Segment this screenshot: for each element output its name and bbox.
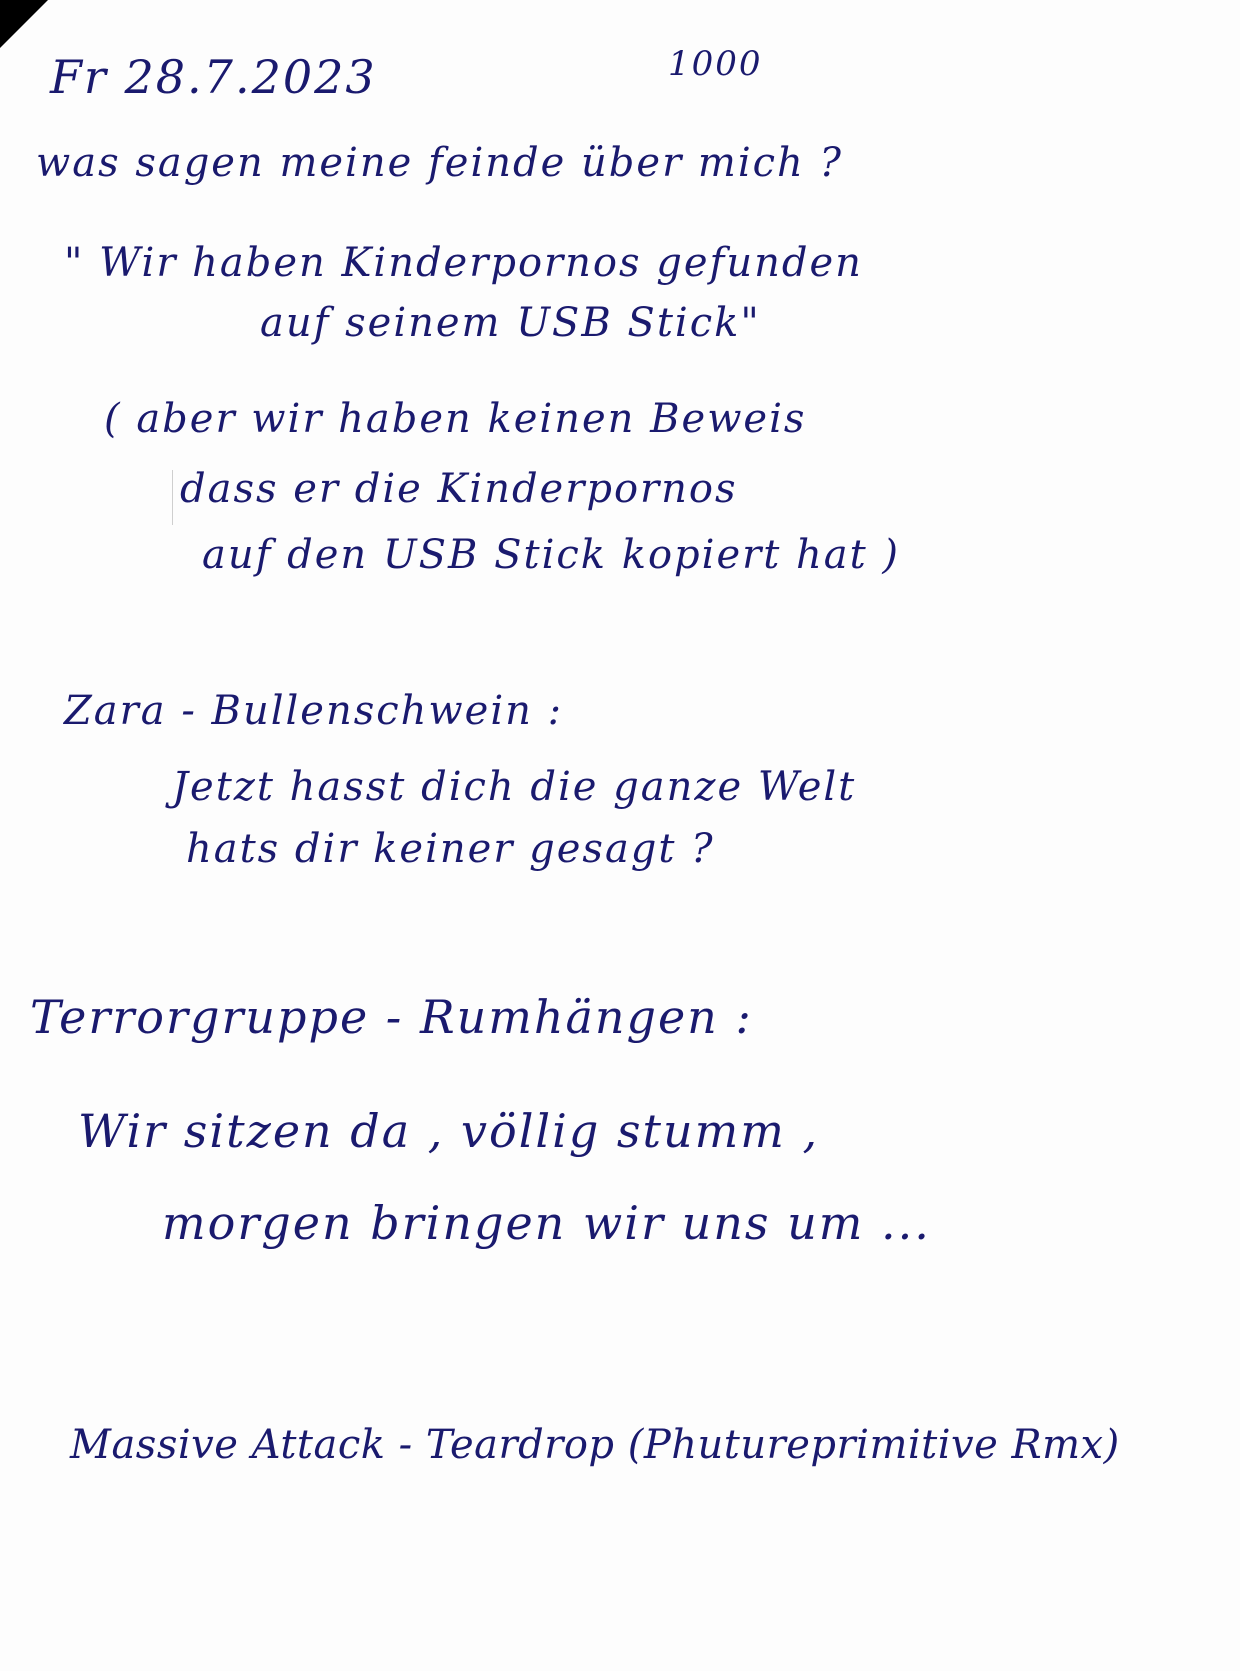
note-line: dass er die Kinderpornos <box>180 466 738 512</box>
note-line: Wir sitzen da , völlig stumm , <box>78 1104 820 1158</box>
note-date: Fr 28.7.2023 <box>50 50 377 104</box>
note-time: 1000 <box>668 44 763 84</box>
note-line: hats dir keiner gesagt ? <box>186 826 715 872</box>
note-line: Massive Attack - Teardrop (Phutureprimit… <box>70 1422 1120 1468</box>
note-line: ( aber wir haben keinen Beweis <box>104 396 807 442</box>
margin-mark <box>172 470 173 525</box>
note-line: was sagen meine feinde über mich ? <box>36 140 843 186</box>
note-line: morgen bringen wir uns um ... <box>162 1196 931 1250</box>
note-line: " Wir haben Kinderpornos gefunden <box>64 240 863 286</box>
note-line: Jetzt hasst dich die ganze Welt <box>172 764 857 810</box>
note-line: Terrorgruppe - Rumhängen : <box>30 990 753 1044</box>
note-line: auf den USB Stick kopiert hat ) <box>202 532 901 578</box>
note-line: auf seinem USB Stick" <box>260 300 761 346</box>
handwritten-note-page: Fr 28.7.2023 1000 was sagen meine feinde… <box>0 0 1240 1671</box>
scan-corner-mark <box>0 0 48 48</box>
note-line: Zara - Bullenschwein : <box>64 688 564 734</box>
